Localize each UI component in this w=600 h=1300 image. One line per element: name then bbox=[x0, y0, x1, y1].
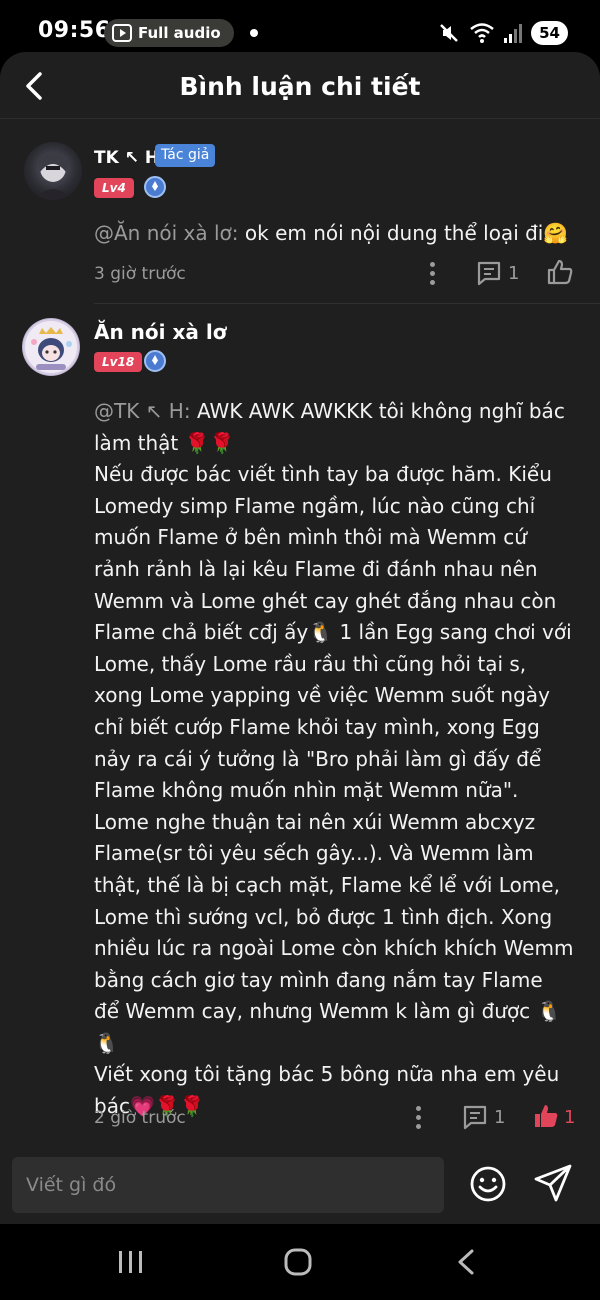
ethereum-icon bbox=[144, 350, 166, 372]
level-badge: Lv4 bbox=[94, 178, 134, 198]
comment-body: AWK AWK AWKKK tôi không nghĩ bác làm thậ… bbox=[94, 399, 574, 1119]
nav-back-button[interactable] bbox=[454, 1248, 478, 1276]
notification-dot-icon bbox=[250, 29, 258, 37]
recents-icon bbox=[119, 1251, 142, 1273]
signal-icon bbox=[503, 22, 523, 44]
home-button[interactable] bbox=[282, 1246, 314, 1278]
comment-divider bbox=[94, 303, 600, 304]
comment-input[interactable] bbox=[12, 1157, 444, 1213]
author-tag-badge: Tác giả bbox=[155, 144, 216, 167]
comment-body: ok em nói nội dung thể loại đi🤗 bbox=[238, 221, 569, 245]
like-count: 1 bbox=[564, 1107, 576, 1128]
comment-timestamp: 2 giờ trước bbox=[94, 1108, 186, 1128]
home-icon bbox=[284, 1248, 312, 1276]
level-badge: Lv18 bbox=[94, 352, 143, 372]
wifi-icon bbox=[469, 22, 495, 44]
send-button[interactable] bbox=[532, 1162, 574, 1204]
comment-username[interactable]: TK ↖ H bbox=[94, 148, 159, 168]
comment-text: @TK ↖ H: AWK AWK AWKKK tôi không nghĩ bá… bbox=[94, 396, 574, 1123]
header: Bình luận chi tiết bbox=[0, 52, 600, 128]
reply-icon[interactable] bbox=[462, 1104, 488, 1134]
media-pill[interactable]: Full audio bbox=[104, 19, 234, 47]
more-options-icon[interactable] bbox=[414, 1106, 422, 1132]
system-nav-bar bbox=[0, 1224, 600, 1300]
like-icon-active[interactable] bbox=[532, 1102, 560, 1134]
comment-timestamp: 3 giờ trước bbox=[94, 264, 186, 284]
battery-level: 54 bbox=[531, 21, 568, 45]
reply-count: 1 bbox=[508, 263, 520, 284]
header-divider bbox=[0, 118, 600, 119]
mute-icon bbox=[437, 21, 461, 45]
comment-detail-screen: Bình luận chi tiết TK ↖ H Tác giả Lv4 @Ă… bbox=[0, 52, 600, 1224]
mention-link[interactable]: @TK ↖ H: bbox=[94, 399, 191, 423]
reply-icon[interactable] bbox=[476, 260, 502, 290]
like-icon[interactable] bbox=[546, 258, 574, 290]
recents-button[interactable] bbox=[116, 1248, 146, 1276]
emoji-button[interactable] bbox=[468, 1164, 508, 1204]
avatar[interactable] bbox=[22, 318, 80, 376]
media-pill-label: Full audio bbox=[138, 24, 221, 42]
comment-username[interactable]: Ăn nói xà lơ bbox=[94, 320, 226, 344]
mention-link[interactable]: @Ăn nói xà lơ: bbox=[94, 221, 239, 245]
nav-back-icon bbox=[458, 1249, 474, 1275]
page-title: Bình luận chi tiết bbox=[179, 72, 421, 101]
status-time: 09:56 bbox=[38, 18, 111, 43]
smiley-icon bbox=[470, 1166, 506, 1202]
comment-input-bar bbox=[0, 1140, 600, 1224]
more-options-icon[interactable] bbox=[428, 262, 436, 288]
ethereum-icon bbox=[144, 176, 166, 198]
send-icon bbox=[534, 1164, 572, 1202]
avatar[interactable] bbox=[24, 142, 82, 200]
comment-text: @Ăn nói xà lơ: ok em nói nội dung thể lo… bbox=[94, 218, 574, 250]
play-icon bbox=[112, 24, 132, 42]
reply-count: 1 bbox=[494, 1107, 506, 1128]
